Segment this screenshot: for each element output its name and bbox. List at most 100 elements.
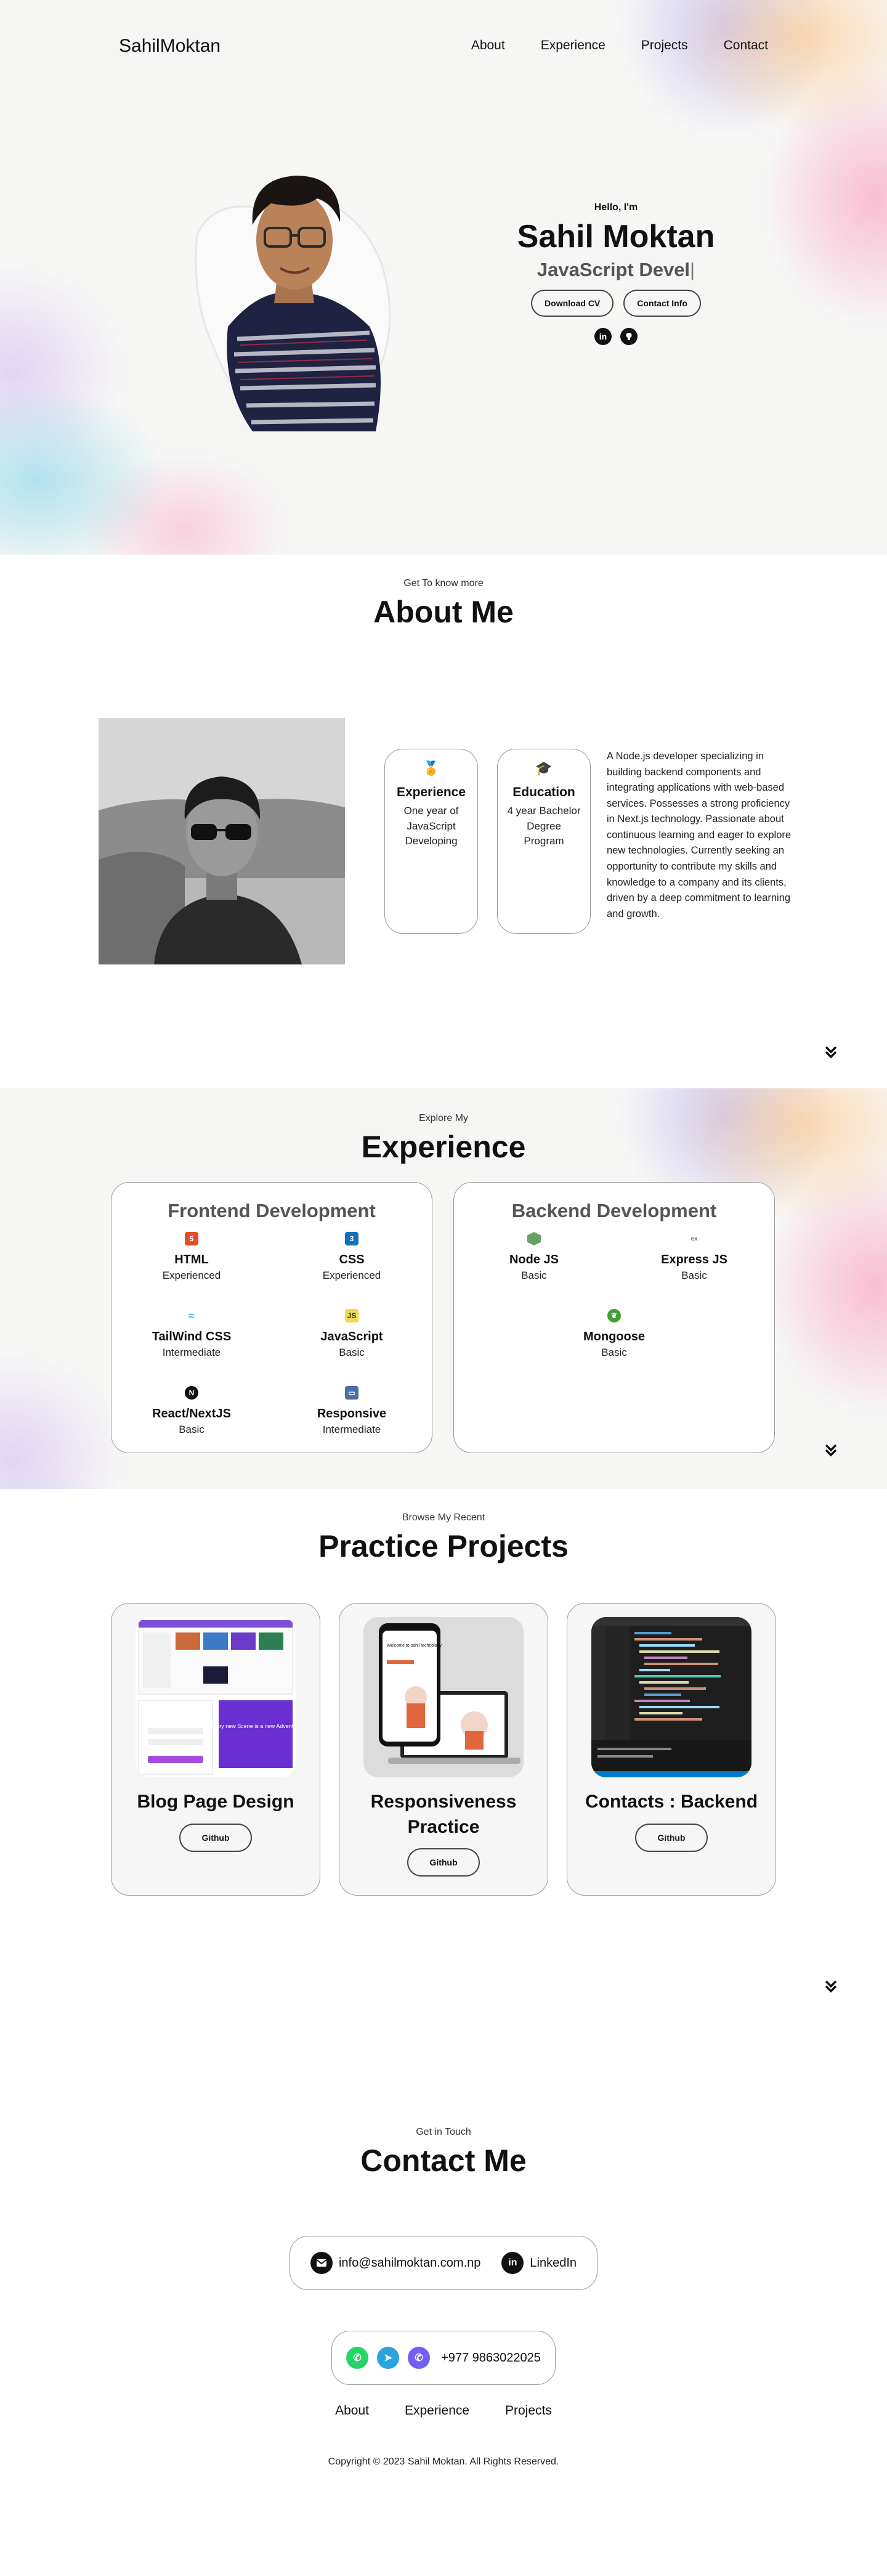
- backend-title: Backend Development: [511, 1200, 717, 1221]
- project-thumbnail[interactable]: Every new Scene is a new Adventure: [136, 1617, 296, 1777]
- hero-section: SahilMoktan About Experience Projects Co…: [0, 0, 887, 555]
- skill-react-next: N React/NextJS Basic: [130, 1386, 253, 1436]
- github-button[interactable]: Github: [179, 1823, 252, 1852]
- skill-level: Experienced: [322, 1270, 381, 1281]
- copyright-text: Copyright © 2023 Sahil Moktan. All Right…: [328, 2456, 559, 2467]
- footer-link-about[interactable]: About: [335, 2403, 369, 2418]
- mock-hero-text: Every new Scene is a new Adventure: [210, 1723, 296, 1729]
- top-nav: SahilMoktan About Experience Projects Co…: [0, 32, 887, 63]
- github-button[interactable]: Github: [407, 1848, 480, 1877]
- about-photo: [99, 718, 345, 964]
- skill-express: ex Express JS Basic: [633, 1232, 756, 1282]
- experience-title: Experience: [361, 1130, 526, 1164]
- experience-card-title: Experience: [396, 785, 466, 799]
- projects-section: Browse My Recent Practice Projects Every…: [0, 1489, 887, 1994]
- project-thumbnail[interactable]: Welcome to sahil technology: [363, 1617, 524, 1777]
- mock-welcome-text: Welcome to sahil technology: [387, 1644, 442, 1648]
- email-text[interactable]: info@sahilmoktan.com.np: [339, 2256, 480, 2270]
- scroll-down-arrow-icon[interactable]: [824, 1045, 838, 1064]
- nodejs-icon: [527, 1232, 541, 1245]
- experience-eyebrow: Explore My: [418, 1113, 469, 1123]
- github-icon[interactable]: [620, 328, 638, 345]
- email-contact[interactable]: info@sahilmoktan.com.np: [310, 2252, 480, 2274]
- contact-title: Contact Me: [360, 2143, 527, 2178]
- hero-intro: Hello, I'm Sahil Moktan JavaScript Devel…: [499, 202, 733, 345]
- skill-name: JavaScript: [320, 1330, 383, 1343]
- contact-section: Get in Touch Contact Me info@sahilmoktan…: [0, 1994, 887, 2389]
- about-description: A Node.js developer specializing in buil…: [607, 751, 792, 919]
- viber-icon[interactable]: ✆: [408, 2347, 431, 2369]
- skill-level: Basic: [179, 1424, 205, 1435]
- skill-responsive: ▭ Responsive Intermediate: [290, 1386, 413, 1436]
- mongoose-icon: ❦: [607, 1309, 621, 1323]
- hero-socials: in: [499, 328, 733, 345]
- responsive-icon: ▭: [345, 1386, 358, 1400]
- github-button[interactable]: Github: [635, 1823, 708, 1852]
- linkedin-icon[interactable]: in: [594, 328, 612, 345]
- skill-name: CSS: [339, 1253, 365, 1266]
- nav-link-contact[interactable]: Contact: [724, 38, 768, 53]
- hero-buttons: Download CV Contact Info: [499, 290, 733, 317]
- linkedin-text[interactable]: LinkedIn: [530, 2256, 577, 2270]
- html5-icon: 5: [185, 1232, 198, 1245]
- skill-mongoose: ❦ Mongoose Basic: [553, 1309, 676, 1359]
- frontend-card: Frontend Development 5 HTML Experienced …: [111, 1182, 432, 1453]
- download-cv-button[interactable]: Download CV: [531, 290, 614, 317]
- whatsapp-icon[interactable]: ✆: [346, 2347, 369, 2369]
- telegram-icon[interactable]: ➤: [377, 2347, 400, 2369]
- backend-card: Backend Development Node JS Basic ex Exp…: [453, 1182, 775, 1453]
- experience-section: Explore My Experience Frontend Developme…: [0, 1088, 887, 1489]
- project-thumbnail[interactable]: [591, 1617, 751, 1777]
- about-title: About Me: [373, 595, 514, 629]
- education-card-title: Education: [512, 785, 575, 799]
- skill-name: React/NextJS: [152, 1407, 231, 1420]
- linkedin-icon: in: [501, 2252, 524, 2274]
- skill-name: HTML: [174, 1253, 209, 1266]
- about-section: Get To know more About Me 🏅 Experience O…: [0, 555, 887, 1088]
- projects-eyebrow: Browse My Recent: [402, 1512, 485, 1523]
- skill-javascript: JS JavaScript Basic: [290, 1309, 413, 1359]
- footer-link-experience[interactable]: Experience: [405, 2403, 469, 2418]
- frontend-title: Frontend Development: [168, 1200, 376, 1221]
- contact-email-linkedin-box: info@sahilmoktan.com.np in LinkedIn: [290, 2236, 597, 2290]
- skill-level: Experienced: [162, 1270, 221, 1281]
- css3-icon: 3: [345, 1232, 358, 1245]
- skill-tailwind: ≈ TailWind CSS Intermediate: [130, 1309, 253, 1359]
- project-title: Responsiveness Practice: [370, 1791, 517, 1837]
- contact-eyebrow: Get in Touch: [416, 2127, 471, 2137]
- skill-name: Mongoose: [583, 1330, 645, 1343]
- project-title: Blog Page Design: [137, 1791, 294, 1812]
- nav-link-projects[interactable]: Projects: [641, 38, 688, 53]
- projects-title: Practice Projects: [318, 1529, 569, 1563]
- nav-link-experience[interactable]: Experience: [541, 38, 606, 53]
- phone-number[interactable]: +977 9863022025: [441, 2351, 541, 2365]
- mail-icon: [310, 2252, 333, 2274]
- tailwind-icon: ≈: [188, 1309, 195, 1322]
- experience-card-text: One year of JavaScript Developing: [403, 805, 459, 847]
- experience-card: 🏅 Experience One year of JavaScript Deve…: [384, 749, 478, 934]
- contact-phone-box: ✆ ➤ ✆ +977 9863022025: [331, 2331, 556, 2385]
- about-eyebrow: Get To know more: [403, 578, 484, 589]
- skill-level: Basic: [681, 1270, 707, 1281]
- contact-info-button[interactable]: Contact Info: [623, 290, 701, 317]
- nav-link-about[interactable]: About: [471, 38, 505, 53]
- site-logo[interactable]: SahilMoktan: [119, 36, 221, 57]
- hero-role-typing: JavaScript Devel|: [537, 259, 695, 280]
- skill-name: Express JS: [661, 1253, 727, 1266]
- footer-link-projects[interactable]: Projects: [505, 2403, 552, 2418]
- skill-name: Node JS: [509, 1253, 559, 1266]
- skill-nodejs: Node JS Basic: [472, 1232, 596, 1282]
- nav-links: About Experience Projects Contact: [471, 38, 768, 53]
- footer: About Experience Projects Copyright © 20…: [0, 2389, 887, 2576]
- linkedin-contact[interactable]: in LinkedIn: [501, 2252, 577, 2274]
- scroll-down-arrow-icon[interactable]: [824, 1443, 838, 1462]
- project-card: Welcome to sahil technology Responsivene…: [339, 1603, 548, 1896]
- skill-level: Basic: [339, 1347, 365, 1358]
- skill-level: Intermediate: [322, 1424, 381, 1435]
- project-card: Contacts : Backend Github: [567, 1603, 776, 1896]
- skill-name: TailWind CSS: [152, 1330, 232, 1343]
- skill-level: Intermediate: [162, 1347, 221, 1358]
- hero-role-text: JavaScript Devel: [537, 259, 691, 280]
- profile-photo: [179, 142, 413, 438]
- skill-css: 3 CSS Experienced: [290, 1232, 413, 1282]
